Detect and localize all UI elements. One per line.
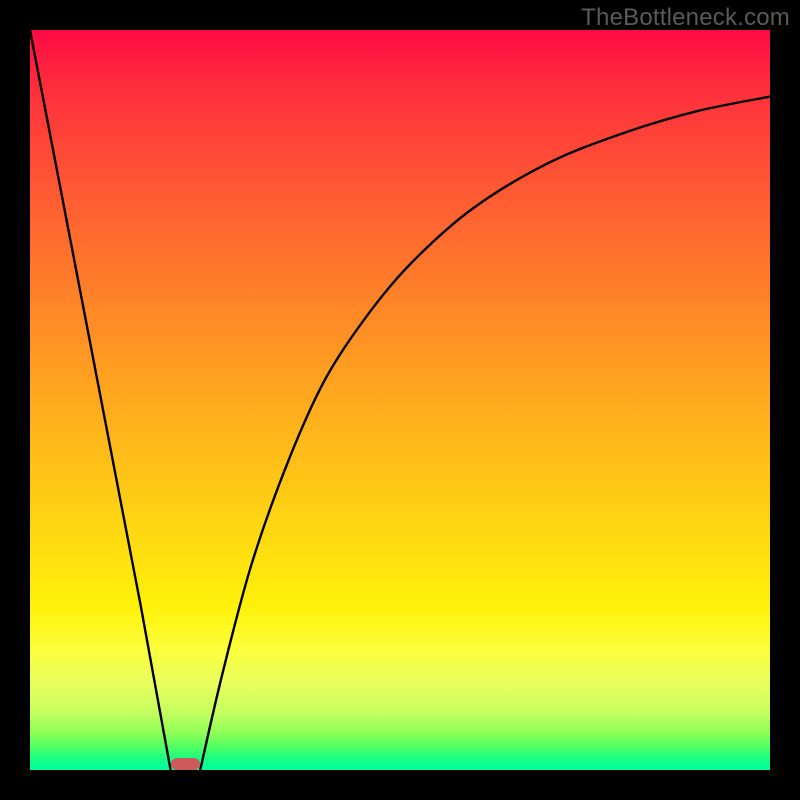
curve-left-branch [30, 30, 171, 770]
curve-right-branch [200, 97, 770, 770]
watermark-text: TheBottleneck.com [581, 4, 790, 32]
chart-frame: TheBottleneck.com [0, 0, 800, 800]
vertex-marker [171, 758, 201, 770]
plot-area [30, 30, 770, 770]
curve-svg [30, 30, 770, 770]
